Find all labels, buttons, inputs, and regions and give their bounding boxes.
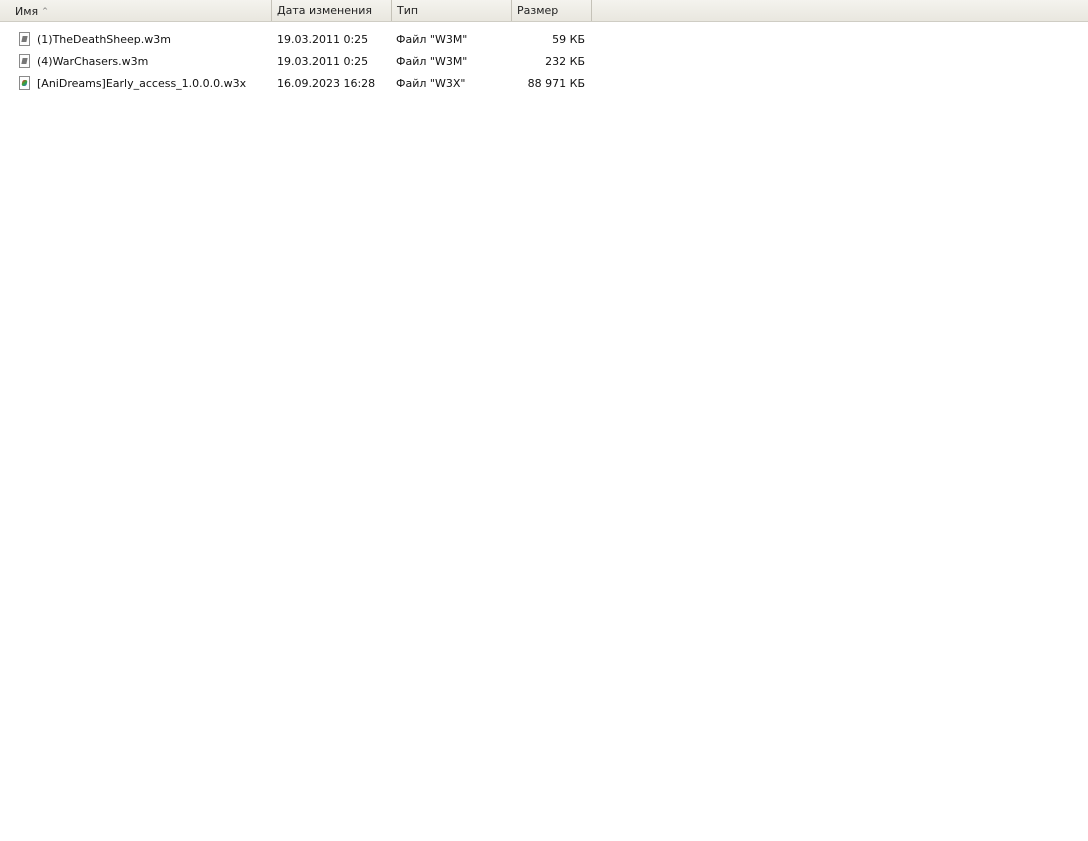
file-name[interactable]: [AniDreams]Early_access_1.0.0.0.w3x (37, 73, 246, 95)
table-row[interactable]: [AniDreams]Early_access_1.0.0.0.w3x 16.0… (0, 73, 592, 95)
file-list-view[interactable]: Имя ^ Дата изменения Тип Размер (1)TheDea… (0, 0, 1088, 841)
w3m-file-icon (19, 51, 33, 73)
file-name[interactable]: (1)TheDeathSheep.w3m (37, 29, 171, 51)
file-size: 59 КБ (552, 33, 585, 46)
file-name[interactable]: (4)WarChasers.w3m (37, 51, 148, 73)
column-header-size-label: Размер (517, 4, 559, 17)
column-header-size[interactable]: Размер (512, 0, 592, 21)
column-header-type[interactable]: Тип (392, 0, 512, 21)
table-row[interactable]: (1)TheDeathSheep.w3m 19.03.2011 0:25 Фай… (0, 29, 592, 51)
sort-ascending-icon: ^ (42, 7, 49, 15)
file-type: Файл "W3M" (396, 55, 468, 68)
file-size: 232 КБ (545, 55, 585, 68)
table-row[interactable]: (4)WarChasers.w3m 19.03.2011 0:25 Файл "… (0, 51, 592, 73)
file-type: Файл "W3M" (396, 33, 468, 46)
file-date: 19.03.2011 0:25 (277, 55, 369, 68)
file-size: 88 971 КБ (527, 77, 585, 90)
column-header-date-label: Дата изменения (277, 4, 372, 17)
column-header-date[interactable]: Дата изменения (272, 0, 392, 21)
file-date: 19.03.2011 0:25 (277, 33, 369, 46)
file-rows: (1)TheDeathSheep.w3m 19.03.2011 0:25 Фай… (0, 29, 1088, 95)
column-header-name-label: Имя (15, 5, 39, 18)
column-header-bar: Имя ^ Дата изменения Тип Размер (0, 0, 1088, 22)
file-date: 16.09.2023 16:28 (277, 77, 376, 90)
file-type: Файл "W3X" (396, 77, 466, 90)
w3m-file-icon (19, 29, 33, 51)
w3x-file-icon (19, 73, 33, 95)
column-header-name[interactable]: Имя ^ (10, 0, 272, 21)
column-header-type-label: Тип (397, 4, 419, 17)
